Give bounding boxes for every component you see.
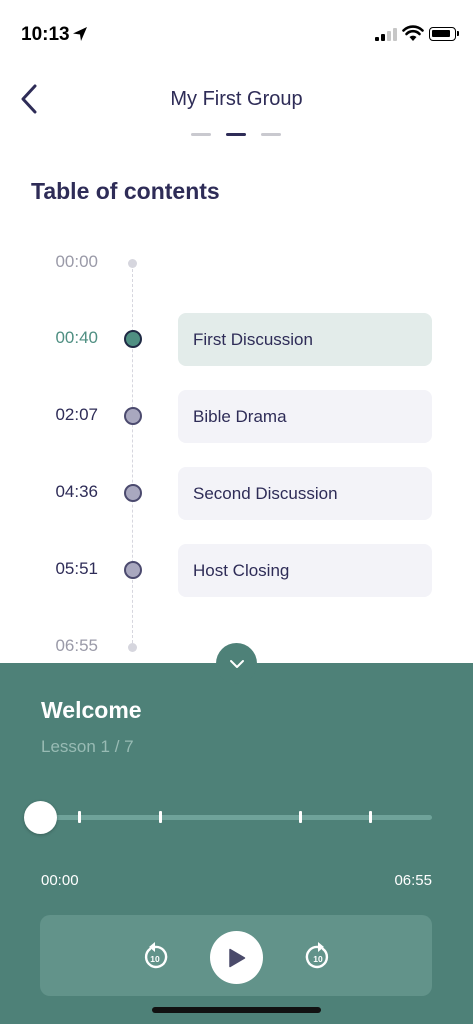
timeline-start-dot <box>128 259 137 268</box>
page-title: My First Group <box>170 88 303 110</box>
section-title: Table of contents <box>31 178 220 204</box>
location-arrow-icon <box>73 27 87 41</box>
chapter-marker <box>78 811 81 823</box>
play-button[interactable] <box>210 931 263 984</box>
current-time: 00:00 <box>41 872 79 889</box>
chapter-first-discussion[interactable]: First Discussion <box>178 313 432 366</box>
timeline-end-time: 06:55 <box>55 636 98 655</box>
cellular-signal-icon <box>375 27 397 41</box>
chapter-second-discussion[interactable]: Second Discussion <box>178 467 432 520</box>
page-dot-2-active <box>226 133 246 136</box>
chapter-time: 04:36 <box>55 482 98 501</box>
status-bar: 10:13 <box>0 0 473 60</box>
chapter-marker <box>369 811 372 823</box>
rewind-10-icon[interactable]: 10 <box>141 939 169 971</box>
battery-icon <box>429 27 459 41</box>
chapter-time: 00:40 <box>55 328 98 347</box>
progress-track[interactable] <box>40 815 432 820</box>
lesson-title: Welcome <box>41 697 142 723</box>
collapse-player-button[interactable] <box>216 643 257 684</box>
wifi-icon <box>402 25 424 41</box>
status-time: 10:13 <box>21 24 70 45</box>
chevron-down-icon <box>229 659 244 668</box>
home-indicator <box>152 1007 321 1013</box>
lesson-counter: Lesson 1 / 7 <box>41 737 134 756</box>
timeline-dot <box>124 561 142 579</box>
total-duration: 06:55 <box>394 872 432 889</box>
timeline-start-time: 00:00 <box>55 252 98 271</box>
chapter-bible-drama[interactable]: Bible Drama <box>178 390 432 443</box>
rewind-seconds: 10 <box>150 954 160 964</box>
timeline-end-dot <box>128 643 137 652</box>
play-icon <box>228 948 245 967</box>
chapter-time: 02:07 <box>55 405 98 424</box>
timeline-line <box>132 264 133 648</box>
scrubber-handle[interactable] <box>24 801 57 834</box>
page-dot-3 <box>261 133 281 136</box>
chapter-host-closing[interactable]: Host Closing <box>178 544 432 597</box>
page-indicator <box>191 133 281 136</box>
chapter-marker <box>299 811 302 823</box>
chapter-time: 05:51 <box>55 559 98 578</box>
timeline-dot <box>124 484 142 502</box>
forward-10-icon[interactable]: 10 <box>304 939 332 971</box>
forward-seconds: 10 <box>313 954 323 964</box>
page-dot-1 <box>191 133 211 136</box>
timeline-dot <box>124 407 142 425</box>
chapter-marker <box>159 811 162 823</box>
timeline-dot-current <box>124 330 142 348</box>
